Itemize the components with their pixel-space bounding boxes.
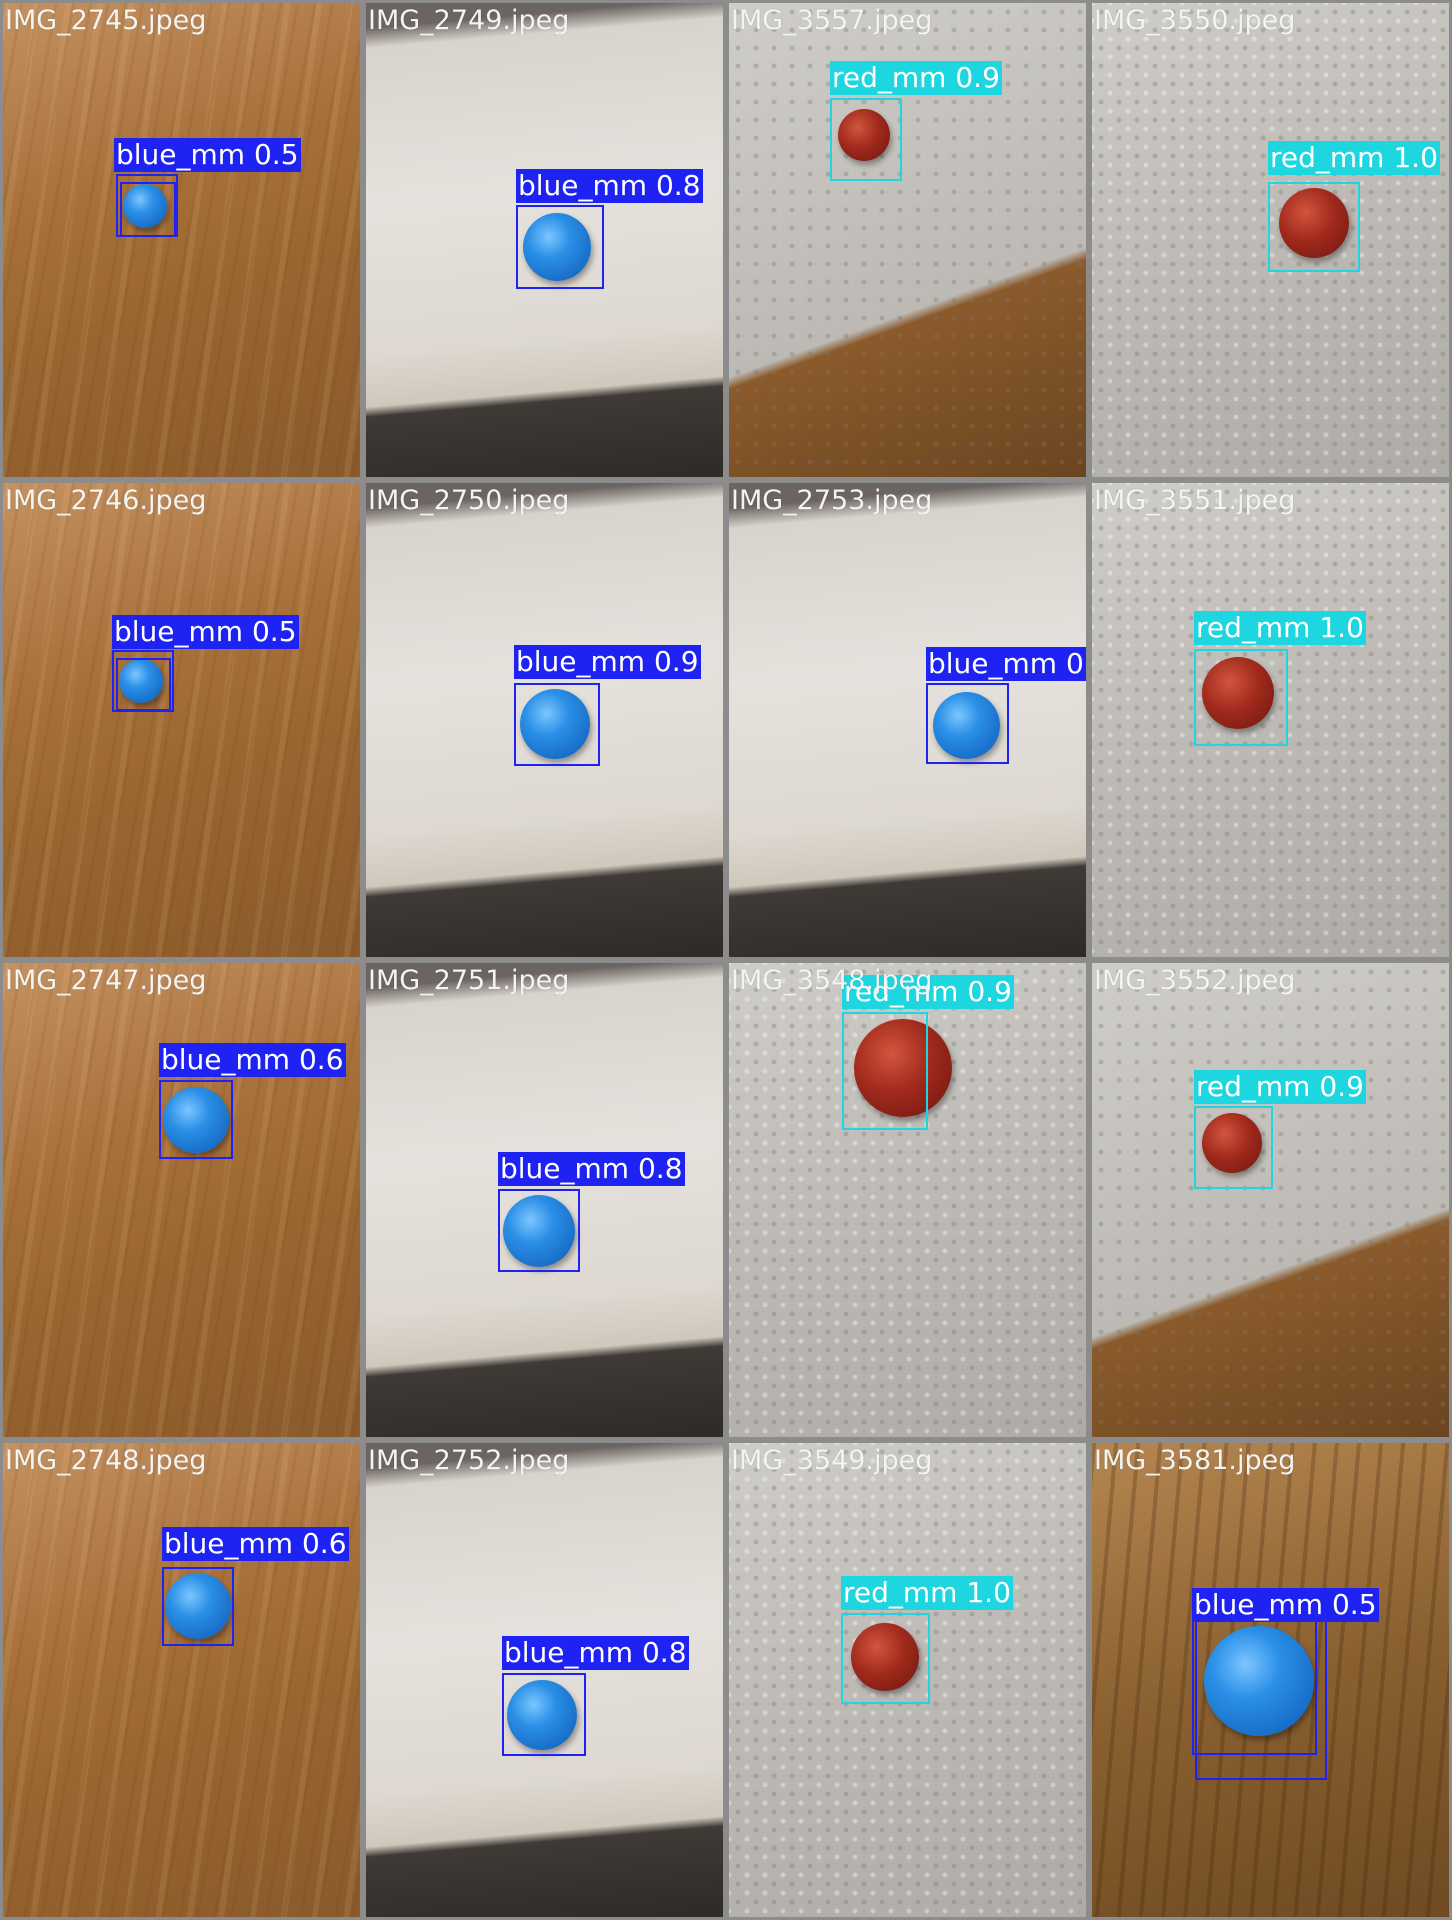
bounding-box [159, 1080, 233, 1159]
photo-background [3, 3, 360, 477]
bounding-box-secondary [120, 182, 176, 237]
bounding-box [1194, 649, 1288, 746]
image-tile: blue_mm 0.6 IMG_2748.jpeg [0, 1440, 363, 1920]
image-tile: blue_mm 0.5 IMG_3581.jpeg [1089, 1440, 1452, 1920]
image-tile: blue_mm 0.5 IMG_2745.jpeg [0, 0, 363, 480]
bounding-box [842, 1012, 928, 1130]
bounding-box [830, 98, 902, 181]
bounding-box [502, 1673, 586, 1756]
image-tile: blue_mm 0.8 IMG_2751.jpeg [363, 960, 726, 1440]
image-tile: blue_mm 0.9 IMG_2750.jpeg [363, 480, 726, 960]
image-filename: IMG_3557.jpeg [731, 5, 933, 36]
image-filename: IMG_2748.jpeg [5, 1445, 207, 1476]
detection-label: red_mm 0.9 [1194, 1070, 1366, 1104]
image-tile: blue_mm 0.8 IMG_2753.jpeg [726, 480, 1089, 960]
bounding-box [1194, 1106, 1273, 1189]
image-tile: red_mm 1.0 IMG_3551.jpeg [1089, 480, 1452, 960]
image-filename: IMG_2745.jpeg [5, 5, 207, 36]
image-tile: red_mm 0.9 IMG_3557.jpeg [726, 0, 1089, 480]
image-tile: blue_mm 0.6 IMG_2747.jpeg [0, 960, 363, 1440]
image-filename: IMG_3552.jpeg [1094, 965, 1296, 996]
image-tile: red_mm 1.0 IMG_3549.jpeg [726, 1440, 1089, 1920]
detection-label: red_mm 1.0 [841, 1576, 1013, 1610]
image-tile: blue_mm 0.8 IMG_2752.jpeg [363, 1440, 726, 1920]
image-filename: IMG_2746.jpeg [5, 485, 207, 516]
detection-label: blue_mm 0.6 [162, 1527, 349, 1561]
image-filename: IMG_2750.jpeg [368, 485, 570, 516]
bounding-box [516, 205, 604, 289]
bounding-box [514, 683, 600, 766]
image-filename: IMG_3551.jpeg [1094, 485, 1296, 516]
bounding-box-secondary [116, 658, 171, 711]
image-filename: IMG_2752.jpeg [368, 1445, 570, 1476]
bounding-box [926, 683, 1009, 764]
image-filename: IMG_2749.jpeg [368, 5, 570, 36]
detection-label: blue_mm 0.5 [112, 615, 299, 649]
image-filename: IMG_2751.jpeg [368, 965, 570, 996]
bounding-box [162, 1567, 234, 1646]
detection-label: blue_mm 0.8 [502, 1636, 689, 1670]
detection-label: red_mm 0.9 [830, 61, 1002, 95]
detection-label: blue_mm 0.6 [159, 1043, 346, 1077]
photo-background [1092, 963, 1449, 1437]
detection-label: blue_mm 0.8 [516, 169, 703, 203]
detection-results-grid: blue_mm 0.5 IMG_2745.jpeg blue_mm 0.8 IMG_2… [0, 0, 1452, 1920]
photo-background [3, 483, 360, 957]
detection-label: blue_mm 0.9 [514, 645, 701, 679]
image-tile: blue_mm 0.8 IMG_2749.jpeg [363, 0, 726, 480]
detection-label: blue_mm 0.8 [926, 647, 1086, 681]
image-filename: IMG_3550.jpeg [1094, 5, 1296, 36]
photo-background [729, 483, 1086, 957]
bounding-box [1268, 182, 1360, 272]
image-filename: IMG_3548.jpeg [731, 965, 933, 996]
detection-label: blue_mm 0.8 [498, 1152, 685, 1186]
detection-label: red_mm 1.0 [1268, 141, 1440, 175]
photo-background [3, 963, 360, 1437]
bounding-box [841, 1613, 930, 1704]
image-tile: blue_mm 0.5 IMG_2746.jpeg [0, 480, 363, 960]
detection-label: blue_mm 0.5 [1192, 1588, 1379, 1622]
bounding-box [498, 1189, 580, 1272]
bounding-box-secondary [1195, 1616, 1327, 1780]
photo-background [3, 1443, 360, 1917]
detection-label: blue_mm 0.5 [114, 138, 301, 172]
image-filename: IMG_2747.jpeg [5, 965, 207, 996]
image-filename: IMG_3549.jpeg [731, 1445, 933, 1476]
image-tile: red_mm 0.9 IMG_3548.jpeg [726, 960, 1089, 1440]
image-filename: IMG_3581.jpeg [1094, 1445, 1296, 1476]
detection-label: red_mm 1.0 [1194, 611, 1366, 645]
image-tile: red_mm 1.0 IMG_3550.jpeg [1089, 0, 1452, 480]
image-tile: red_mm 0.9 IMG_3552.jpeg [1089, 960, 1452, 1440]
image-filename: IMG_2753.jpeg [731, 485, 933, 516]
